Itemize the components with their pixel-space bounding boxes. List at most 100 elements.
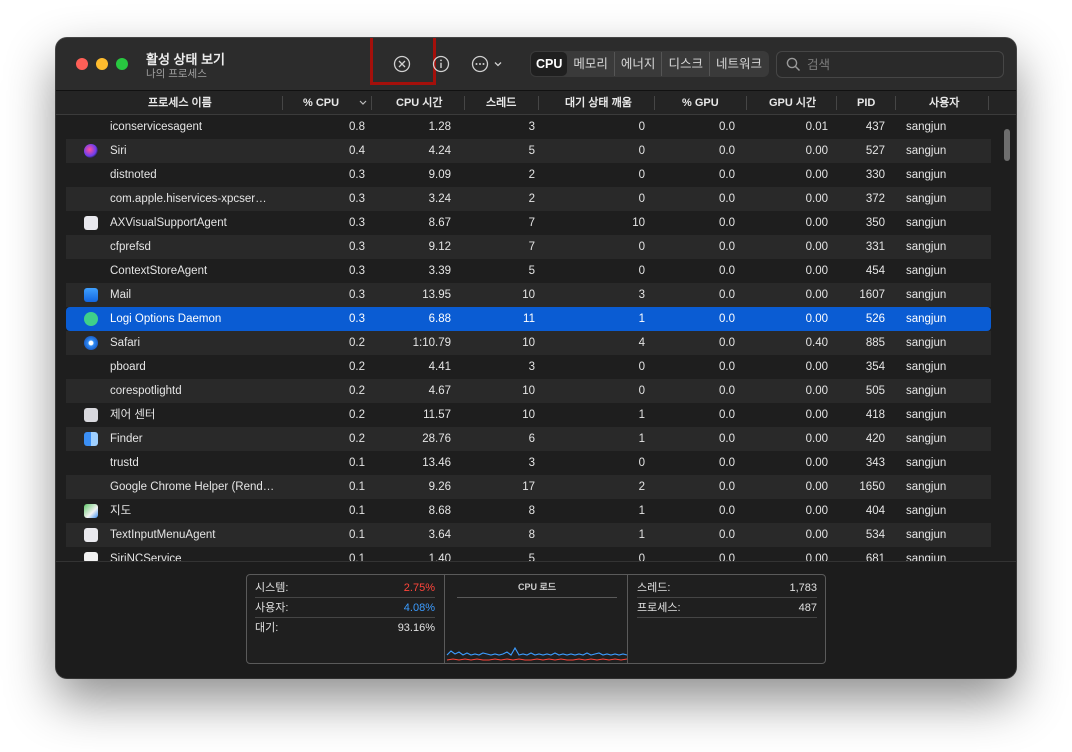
scroll-thumb[interactable]: [1004, 129, 1010, 161]
user: sangjun: [906, 385, 947, 397]
pid: 350: [865, 217, 885, 229]
zoom-window-button[interactable]: [116, 58, 128, 70]
table-row[interactable]: pboard 0.2 4.41 3 0 0.0 0.00 354 sangjun: [66, 355, 991, 379]
cpu-time: 4.67: [428, 385, 451, 397]
cpu-percent: 0.1: [349, 481, 365, 493]
gpu-percent: 0.0: [719, 433, 735, 445]
search-input[interactable]: [807, 55, 997, 74]
table-row[interactable]: SiriNCService 0.1 1.40 5 0 0.0 0.00 681 sangjun: [66, 547, 991, 561]
cpu-time: 8.67: [428, 217, 451, 229]
cpu-time: 4.41: [428, 361, 451, 373]
tab-memory[interactable]: 메모리: [567, 52, 615, 76]
pid: 527: [865, 145, 885, 157]
tab-energy[interactable]: 에너지: [615, 52, 663, 76]
col-threads[interactable]: 스레드: [486, 91, 516, 115]
pid: 454: [865, 265, 885, 277]
idle-wakeups: 0: [638, 385, 645, 397]
table-row[interactable]: Logi Options Daemon 0.3 6.88 11 1 0.0 0.00 526 s…: [66, 307, 991, 331]
idle-wakeups: 0: [638, 169, 645, 181]
gpu-time: 0.00: [805, 241, 828, 253]
tab-cpu[interactable]: CPU: [531, 52, 568, 76]
sort-descending-icon[interactable]: [358, 97, 368, 107]
table-row[interactable]: TextInputMenuAgent 0.1 3.64 8 1 0.0 0.00 534 san…: [66, 523, 991, 547]
thread-count: 7: [528, 217, 535, 229]
col-gpu[interactable]: % GPU: [682, 91, 719, 115]
table-row[interactable]: Mail 0.3 13.95 10 3 0.0 0.00 1607 sangjun: [66, 283, 991, 307]
idle-value: 93.16%: [397, 622, 435, 634]
thread-count: 17: [522, 481, 535, 493]
user-stat: 사용자: 4.08%: [255, 598, 435, 618]
pid: 885: [865, 337, 885, 349]
table-row[interactable]: distnoted 0.3 9.09 2 0 0.0 0.00 330 sangjun: [66, 163, 991, 187]
user-value: 4.08%: [403, 602, 435, 614]
tab-disk[interactable]: 디스크: [662, 52, 710, 76]
close-window-button[interactable]: [76, 58, 88, 70]
gpu-time: 0.00: [805, 169, 828, 181]
process-name: Finder: [110, 433, 143, 445]
pid: 681: [865, 553, 885, 561]
summary-panel: 시스템: 2.75% 사용자: 4.08% 대기: 93.16% CPU 로드: [56, 561, 1016, 678]
cpu-time: 9.12: [428, 241, 451, 253]
process-name: corespotlightd: [110, 385, 182, 397]
table-row[interactable]: ContextStoreAgent 0.3 3.39 5 0 0.0 0.00 454 sang…: [66, 259, 991, 283]
gpu-percent: 0.0: [719, 481, 735, 493]
gpu-percent: 0.0: [719, 337, 735, 349]
thread-count: 7: [528, 241, 535, 253]
col-pid[interactable]: PID: [857, 91, 875, 115]
search-field[interactable]: [776, 51, 1004, 78]
table-scrollbar[interactable]: [1002, 115, 1014, 561]
process-name: 지도: [110, 505, 132, 517]
table-row[interactable]: 지도 0.1 8.68 8 1 0.0 0.00 404 sangjun: [66, 499, 991, 523]
col-process-name[interactable]: 프로세스 이름: [148, 91, 212, 115]
pid: 534: [865, 529, 885, 541]
minimize-window-button[interactable]: [96, 58, 108, 70]
process-name: iconservicesagent: [110, 121, 203, 133]
cpu-time: 3.64: [428, 529, 451, 541]
col-cpu[interactable]: % CPU: [303, 91, 339, 115]
user: sangjun: [906, 337, 947, 349]
generic-app-icon: [84, 216, 98, 230]
idle-wakeups: 4: [638, 337, 645, 349]
table-row[interactable]: Siri 0.4 4.24 5 0 0.0 0.00 527 sangjun: [66, 139, 991, 163]
table-row[interactable]: iconservicesagent 0.8 1.28 3 0 0.0 0.01 437 sang…: [66, 115, 991, 139]
gpu-percent: 0.0: [719, 169, 735, 181]
idle-wakeups: 0: [638, 121, 645, 133]
gpu-percent: 0.0: [719, 385, 735, 397]
tab-network[interactable]: 네트워크: [710, 52, 768, 76]
cpu-percent: 0.1: [349, 529, 365, 541]
process-name: AXVisualSupportAgent: [110, 217, 227, 229]
gpu-time: 0.00: [805, 529, 828, 541]
table-row[interactable]: Finder 0.2 28.76 6 1 0.0 0.00 420 sangjun: [66, 427, 991, 451]
info-button[interactable]: [430, 53, 452, 75]
table-row[interactable]: cfprefsd 0.3 9.12 7 0 0.0 0.00 331 sangjun: [66, 235, 991, 259]
col-gpu-time[interactable]: GPU 시간: [769, 91, 816, 115]
table-row[interactable]: trustd 0.1 13.46 3 0 0.0 0.00 343 sangjun: [66, 451, 991, 475]
col-user[interactable]: 사용자: [929, 91, 959, 115]
table-row[interactable]: com.apple.hiservices-xpcser… 0.3 3.24 2 0 0.0…: [66, 187, 991, 211]
col-cpu-time[interactable]: CPU 시간: [396, 91, 443, 115]
idle-wakeups: 0: [638, 361, 645, 373]
pid: 404: [865, 505, 885, 517]
idle-wakeups: 0: [638, 553, 645, 561]
table-row[interactable]: Safari 0.2 1:10.79 10 4 0.0 0.40 885 sangjun: [66, 331, 991, 355]
idle-wakeups: 1: [638, 313, 645, 325]
cpu-time: 8.68: [428, 505, 451, 517]
table-row[interactable]: Google Chrome Helper (Rend… 0.1 9.26 17 2 0.0…: [66, 475, 991, 499]
gpu-percent: 0.0: [719, 505, 735, 517]
more-options-icon: [471, 55, 502, 73]
gpu-time: 0.00: [805, 409, 828, 421]
window-subtitle[interactable]: 나의 프로세스: [146, 66, 207, 81]
process-name: SiriNCService: [110, 553, 182, 561]
safari-icon: [84, 336, 98, 350]
cpu-time: 13.95: [422, 289, 451, 301]
cpu-time: 9.09: [428, 169, 451, 181]
pid: 505: [865, 385, 885, 397]
more-options-button[interactable]: [471, 53, 507, 75]
col-idle-wakeups[interactable]: 대기 상태 깨움: [565, 91, 632, 115]
table-row[interactable]: AXVisualSupportAgent 0.3 8.67 7 10 0.0 0.00 350…: [66, 211, 991, 235]
table-row[interactable]: corespotlightd 0.2 4.67 10 0 0.0 0.00 505 sangju…: [66, 379, 991, 403]
pid: 372: [865, 193, 885, 205]
idle-wakeups: 1: [638, 505, 645, 517]
cpu-percent: 0.2: [349, 433, 365, 445]
table-row[interactable]: 제어 센터 0.2 11.57 10 1 0.0 0.00 418 sangjun: [66, 403, 991, 427]
